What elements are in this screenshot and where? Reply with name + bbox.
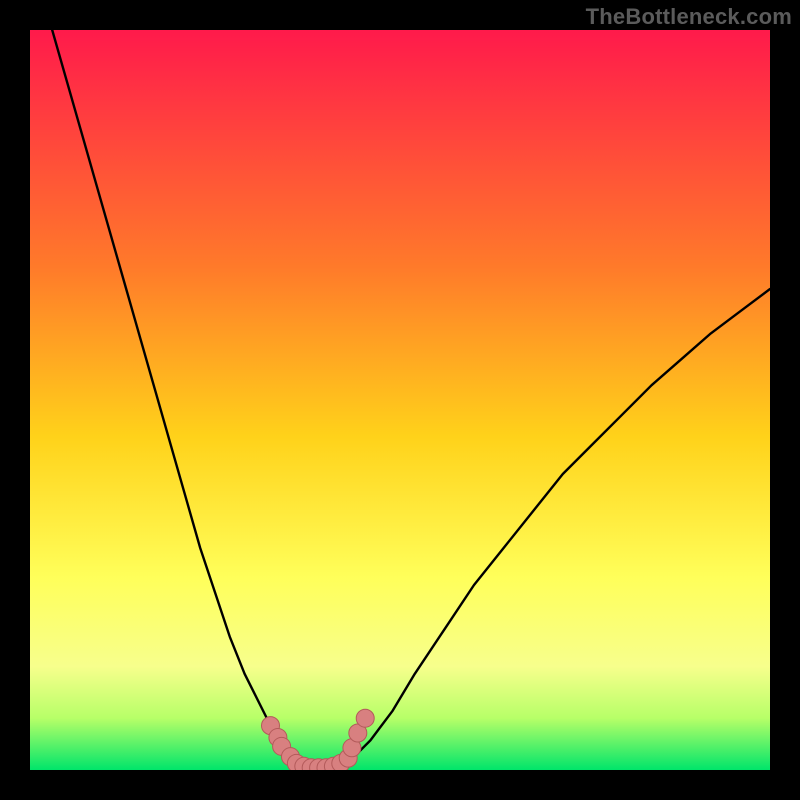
bottleneck-curve-chart [30,30,770,770]
watermark-text: TheBottleneck.com [586,4,792,30]
gradient-background [30,30,770,770]
chart-frame: TheBottleneck.com [0,0,800,800]
valley-marker [356,709,374,727]
plot-area [30,30,770,770]
